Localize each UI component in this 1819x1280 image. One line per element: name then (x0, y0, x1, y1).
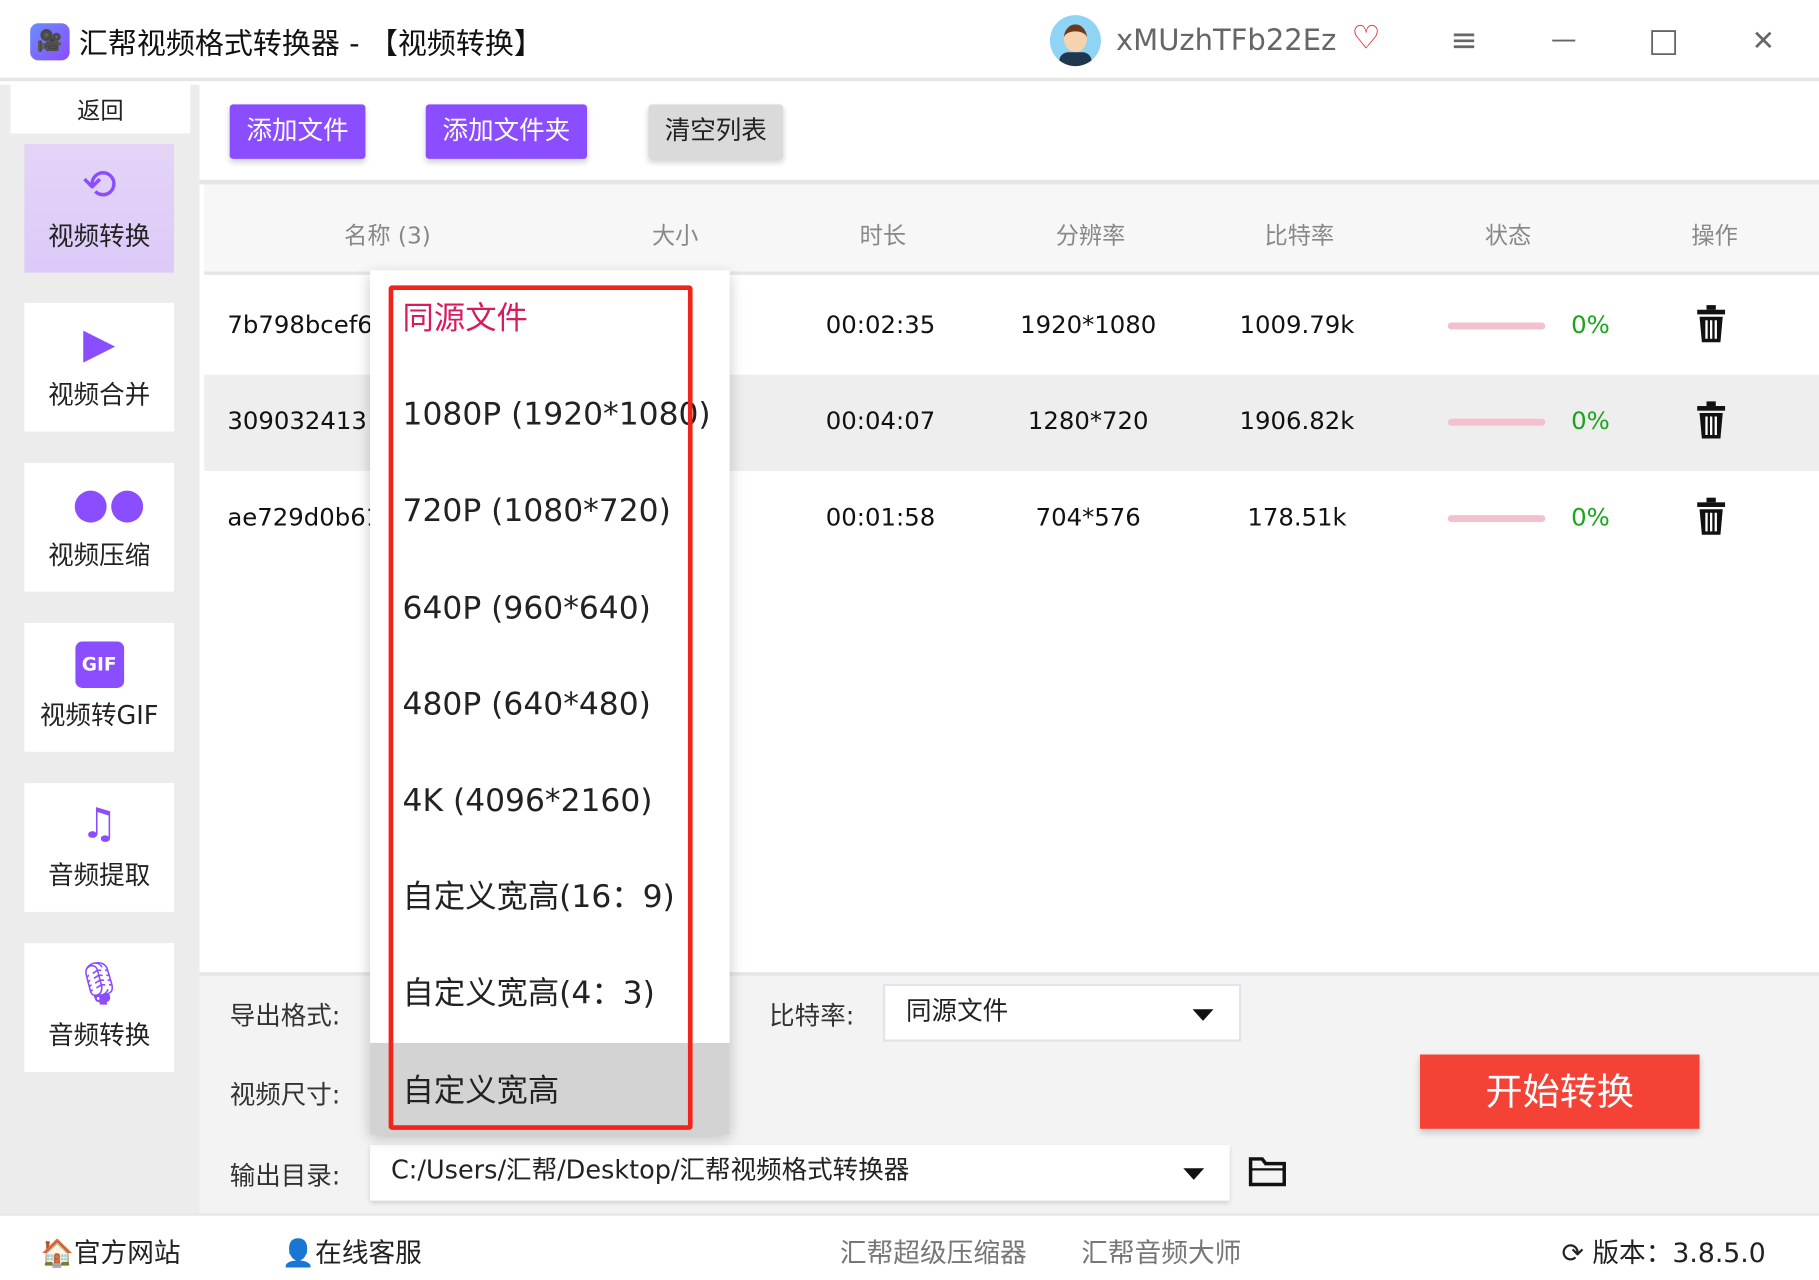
file-name: ae729d0b61 (227, 503, 382, 532)
bitrate-value: 同源文件 (906, 997, 1009, 1027)
bitrate: 1906.82k (1239, 407, 1355, 436)
col-resolution[interactable]: 分辨率 (1056, 217, 1126, 251)
vip-badge-icon[interactable]: ♡ (1352, 19, 1381, 57)
dropdown-option[interactable]: 640P (960*640) (370, 560, 730, 656)
back-button[interactable]: 返回 (10, 84, 191, 134)
window-title: 汇帮视频格式转换器 - 【视频转换】 (78, 26, 543, 61)
footer: 🏠官方网站 👤在线客服 汇帮超级压缩器 汇帮音频大师 ⟳ 版本：3.8.5.0 (0, 1213, 1819, 1280)
trash-icon[interactable] (1696, 400, 1726, 439)
chevron-down-icon (1183, 1168, 1205, 1180)
chevron-down-icon (1192, 1009, 1214, 1021)
progress-text: 0% (1571, 310, 1610, 339)
support-icon: 👤 (281, 1238, 316, 1270)
gif-icon: GIF (74, 641, 124, 688)
col-size[interactable]: 大小 (652, 217, 698, 251)
dropdown-option[interactable]: 自定义宽高(4：3) (370, 946, 730, 1042)
title-bar: 🎥 汇帮视频格式转换器 - 【视频转换】 xMUzhTFb22Ez ♡ ≡ — … (0, 0, 1819, 82)
bitrate-label: 比特率: (769, 1002, 855, 1032)
duration: 00:01:58 (825, 503, 936, 532)
start-convert-button[interactable]: 开始转换 (1419, 1054, 1700, 1129)
sidebar-item-video-compress[interactable]: ●● 视频压缩 (24, 462, 175, 592)
table-header: 名称 (3) 大小 时长 分辨率 比特率 状态 操作 (204, 184, 1819, 275)
col-actions: 操作 (1691, 221, 1738, 250)
add-file-button[interactable]: 添加文件 (229, 104, 366, 159)
col-duration[interactable]: 时长 (860, 217, 906, 251)
dropdown-option[interactable]: 同源文件 (370, 270, 730, 366)
trash-icon[interactable] (1696, 497, 1726, 536)
sidebar-item-video-gif[interactable]: GIF 视频转GIF (24, 622, 175, 752)
col-status: 状态 (1484, 221, 1532, 250)
dropdown-option[interactable]: 1080P (1920*1080) (370, 367, 730, 463)
sidebar-item-video-convert[interactable]: ⟲ 视频转换 (24, 143, 175, 273)
website-link[interactable]: 🏠官方网站 (41, 1231, 181, 1270)
resolution: 1280*720 (1027, 407, 1149, 436)
sidebar-item-audio-convert[interactable]: 🎙 音频转换 (24, 943, 175, 1072)
microphone-icon: 🎙 (72, 960, 126, 1009)
bitrate: 1009.79k (1239, 310, 1355, 339)
export-format-label: 导出格式: (229, 1002, 341, 1032)
minimize-button[interactable]: — (1541, 26, 1587, 55)
col-bitrate[interactable]: 比特率 (1265, 217, 1335, 251)
app-logo-icon: 🎥 (30, 23, 70, 61)
clear-list-button[interactable]: 清空列表 (648, 104, 784, 159)
video-compress-icon: ●● (72, 480, 146, 528)
video-convert-icon: ⟲ (81, 161, 117, 209)
progress-text: 0% (1571, 503, 1610, 532)
add-folder-button[interactable]: 添加文件夹 (425, 104, 588, 159)
resolution: 1920*1080 (1020, 310, 1157, 339)
version-info[interactable]: ⟳ 版本：3.8.5.0 (1561, 1231, 1765, 1270)
trash-icon[interactable] (1696, 304, 1726, 343)
refresh-icon: ⟳ (1561, 1238, 1584, 1270)
resolution: 704*576 (1035, 503, 1141, 532)
user-avatar[interactable] (1049, 15, 1101, 67)
progress-bar (1447, 322, 1546, 330)
video-size-dropdown[interactable]: 同源文件 1080P (1920*1080) 720P (1080*720) 640P… (370, 270, 730, 1135)
folder-icon[interactable] (1248, 1155, 1287, 1187)
username[interactable]: xMUzhTFb22Ez (1116, 23, 1336, 57)
music-note-icon: ♫ (80, 800, 118, 849)
file-name: 7b798bcef6 (227, 310, 373, 339)
compressor-link[interactable]: 汇帮超级压缩器 (840, 1231, 1027, 1270)
sidebar-item-video-merge[interactable]: ▶ 视频合并 (24, 302, 175, 432)
progress-bar (1447, 418, 1546, 426)
file-name: 309032413 (227, 407, 367, 436)
duration: 00:04:07 (825, 407, 936, 436)
audio-master-link[interactable]: 汇帮音频大师 (1081, 1231, 1241, 1270)
support-link[interactable]: 👤在线客服 (282, 1231, 422, 1270)
dropdown-option[interactable]: 720P (1080*720) (370, 463, 730, 559)
output-dir-value: C:/Users/汇帮/Desktop/汇帮视频格式转换器 (390, 1156, 910, 1186)
col-name[interactable]: 名称 (3) (344, 217, 431, 251)
home-icon: 🏠 (40, 1238, 74, 1270)
dropdown-option[interactable]: 480P (640*480) (370, 656, 730, 752)
dropdown-option[interactable]: 4K (4096*2160) (370, 753, 730, 849)
dropdown-option[interactable]: 自定义宽高(16：9) (370, 849, 730, 945)
output-dir-label: 输出目录: (229, 1162, 341, 1192)
bitrate: 178.51k (1247, 503, 1347, 532)
sidebar-item-audio-extract[interactable]: ♫ 音频提取 (24, 783, 175, 912)
maximize-button[interactable]: □ (1640, 21, 1686, 59)
output-dir-select[interactable]: C:/Users/汇帮/Desktop/汇帮视频格式转换器 (370, 1145, 1230, 1201)
bitrate-select[interactable]: 同源文件 (882, 983, 1242, 1042)
video-merge-icon: ▶ (83, 320, 116, 368)
duration: 00:02:35 (825, 310, 936, 339)
progress-text: 0% (1571, 407, 1610, 436)
dropdown-option[interactable]: 自定义宽高 (370, 1042, 730, 1135)
menu-icon[interactable]: ≡ (1441, 21, 1487, 59)
close-button[interactable]: ✕ (1740, 24, 1786, 56)
video-size-label: 视频尺寸: (229, 1081, 341, 1111)
sidebar: 返回 ⟲ 视频转换 ▶ 视频合并 ●● 视频压缩 GIF 视频转GIF ♫ 音频提取 🎙 音… (0, 84, 200, 1214)
progress-bar (1447, 515, 1546, 523)
